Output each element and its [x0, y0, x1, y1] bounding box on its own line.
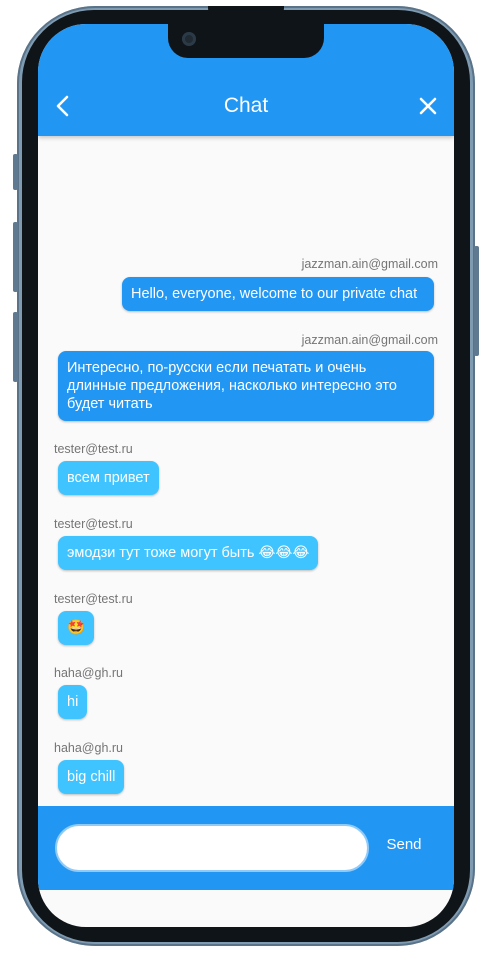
- close-icon: [419, 97, 437, 115]
- volume-up-button: [13, 222, 18, 292]
- message-sender: jazzman.ain@gmail.com: [301, 333, 438, 347]
- message-sender: jazzman.ain@gmail.com: [301, 257, 438, 271]
- message-sender: tester@test.ru: [54, 592, 133, 606]
- message-sender: tester@test.ru: [54, 442, 133, 456]
- message-input[interactable]: [55, 824, 369, 872]
- send-button[interactable]: Send: [378, 836, 430, 853]
- speaker-grille: [208, 6, 284, 16]
- message-sender: haha@gh.ru: [54, 741, 123, 755]
- message-sender: tester@test.ru: [54, 517, 133, 531]
- message-bubble: Интересно, по-русски если печатать и оче…: [58, 351, 434, 421]
- close-button[interactable]: [416, 94, 440, 118]
- message-bubble: 🤩: [58, 611, 95, 645]
- message-bubble: hi: [58, 685, 88, 719]
- front-camera: [182, 32, 196, 46]
- power-button: [474, 246, 479, 356]
- page-title: Chat: [223, 94, 269, 117]
- message-sender: haha@gh.ru: [54, 666, 123, 680]
- message-list[interactable]: jazzman.ain@gmail.com Hello, everyone, w…: [38, 136, 454, 806]
- message-composer: Send: [38, 806, 454, 890]
- message-bubble: big chill: [58, 760, 125, 794]
- message-bubble: эмодзи тут тоже могут быть 😂😂😂: [58, 536, 319, 570]
- message-bubble: всем привет: [58, 461, 159, 495]
- mute-switch: [13, 154, 18, 190]
- volume-down-button: [13, 312, 18, 382]
- screen: Chat jazzman.ain@gmail.com Hello, everyo…: [38, 24, 454, 927]
- message-bubble: Hello, everyone, welcome to our private …: [122, 277, 434, 311]
